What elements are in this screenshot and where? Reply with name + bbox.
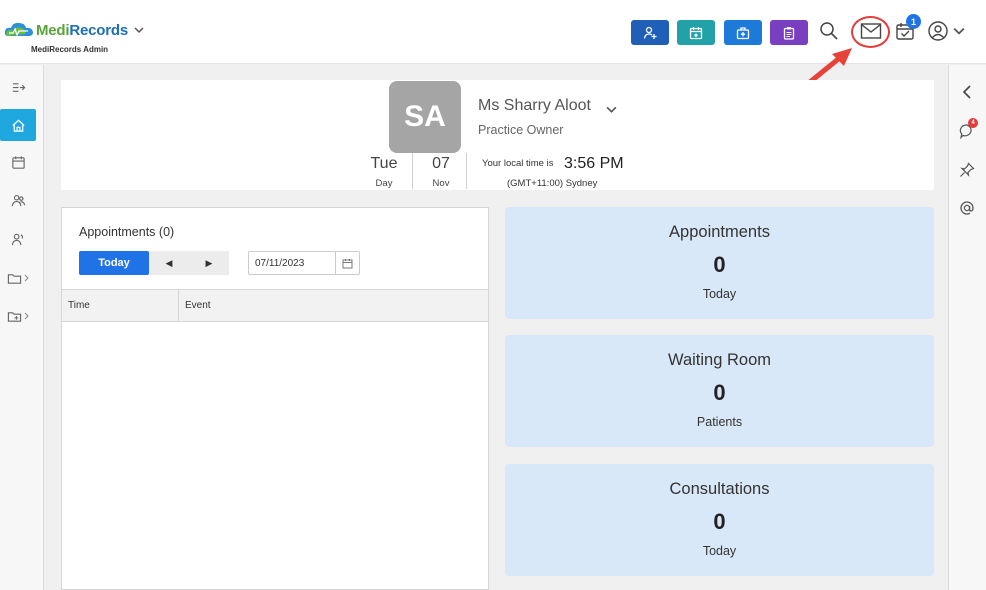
day-value: Tue bbox=[370, 155, 398, 172]
chevron-down-icon[interactable] bbox=[606, 104, 617, 115]
user-menu-button[interactable] bbox=[927, 19, 967, 43]
date-value: 07 bbox=[432, 155, 450, 172]
stat-value: 0 bbox=[713, 252, 726, 277]
users-icon bbox=[11, 233, 23, 245]
tasks-badge: 1 bbox=[906, 14, 921, 29]
date-block: 07 Nov bbox=[421, 155, 461, 189]
stat-subtitle: Patients bbox=[696, 415, 743, 429]
stat-subtitle: Today bbox=[702, 287, 737, 301]
date-picker-button[interactable] bbox=[335, 252, 359, 274]
divider bbox=[412, 153, 413, 189]
mentions-button[interactable] bbox=[957, 198, 977, 218]
column-header-time[interactable]: Time bbox=[68, 300, 90, 311]
collapse-panel-button[interactable] bbox=[957, 82, 977, 102]
new-consultation-button[interactable] bbox=[724, 20, 762, 45]
patients-icon bbox=[11, 194, 25, 206]
brand[interactable]: MediRecords bbox=[4, 20, 144, 40]
at-icon bbox=[960, 201, 974, 215]
profile-name[interactable]: Ms Sharry Aloot bbox=[478, 97, 591, 115]
sidebar-expand-button[interactable] bbox=[0, 71, 36, 103]
chevron-down-icon bbox=[134, 27, 144, 34]
sidebar-item-home[interactable] bbox=[0, 109, 36, 141]
appointments-table-header: Time Event bbox=[62, 289, 488, 322]
date-field-value: 07/11/2023 bbox=[255, 257, 305, 269]
add-patient-icon bbox=[643, 26, 657, 39]
folder-icon bbox=[7, 273, 21, 284]
stat-title: Waiting Room bbox=[667, 351, 771, 369]
chevron-down-icon bbox=[953, 27, 965, 35]
stat-subtitle: Today bbox=[702, 544, 737, 558]
chevron-left-icon bbox=[962, 85, 971, 99]
consultations-stat-card[interactable]: Consultations 0 Today bbox=[505, 464, 934, 576]
pin-button[interactable] bbox=[957, 160, 977, 180]
local-time-value: 3:56 PM bbox=[564, 155, 624, 172]
sidebar-item-calendar[interactable] bbox=[0, 146, 36, 178]
timezone-label: (GMT+11:00) Sydney bbox=[507, 178, 598, 189]
folder-share-icon bbox=[7, 311, 21, 322]
expand-icon bbox=[12, 82, 25, 92]
new-appointment-button[interactable] bbox=[677, 20, 715, 45]
calendar-icon bbox=[342, 258, 353, 268]
search-icon bbox=[820, 22, 838, 40]
calendar-icon bbox=[11, 155, 25, 169]
column-divider bbox=[178, 290, 179, 322]
new-task-button[interactable] bbox=[770, 20, 808, 45]
previous-day-button[interactable]: ◀ bbox=[149, 251, 189, 275]
medical-bag-icon bbox=[736, 26, 750, 39]
stat-title: Appointments bbox=[669, 223, 770, 241]
calendar-icon bbox=[689, 26, 703, 39]
stat-title: Consultations bbox=[669, 480, 770, 498]
next-day-button[interactable]: ▶ bbox=[189, 251, 229, 275]
user-circle-icon bbox=[928, 21, 948, 41]
pin-icon bbox=[960, 162, 975, 177]
medirecords-logo-icon bbox=[4, 22, 34, 37]
clipboard-icon bbox=[783, 26, 795, 40]
sidebar-item-shared-documents[interactable] bbox=[0, 300, 36, 332]
appointments-stat-card[interactable]: Appointments 0 Today bbox=[505, 207, 934, 319]
today-button[interactable]: Today bbox=[79, 251, 149, 275]
appointments-panel: Appointments (0) Today ◀ ▶ 07/11/2023 Ti… bbox=[61, 207, 489, 590]
brand-name-part1: Medi bbox=[36, 21, 70, 39]
chat-badge: 4 bbox=[968, 118, 978, 128]
right-sidebar bbox=[948, 65, 986, 590]
profile-role: Practice Owner bbox=[478, 123, 564, 137]
sidebar-item-users[interactable] bbox=[0, 223, 36, 255]
divider bbox=[466, 153, 467, 189]
brand-name: MediRecords bbox=[36, 22, 128, 39]
local-time-label: Your local time is bbox=[482, 158, 554, 169]
month-label: Nov bbox=[432, 178, 450, 189]
chevron-right-icon bbox=[24, 312, 29, 320]
avatar[interactable]: SA bbox=[389, 81, 461, 153]
search-button[interactable] bbox=[817, 19, 841, 43]
appointments-panel-title: Appointments (0) bbox=[79, 225, 175, 239]
day-label: Day bbox=[375, 178, 393, 189]
add-patient-button[interactable] bbox=[631, 20, 669, 45]
mail-highlight-circle bbox=[851, 16, 890, 48]
day-block: Tue Day bbox=[364, 155, 404, 189]
date-field[interactable]: 07/11/2023 bbox=[248, 251, 360, 275]
home-icon bbox=[11, 119, 25, 132]
chevron-right-icon bbox=[24, 274, 29, 282]
sidebar-item-patients[interactable] bbox=[0, 184, 36, 216]
brand-subtitle: MediRecords Admin bbox=[31, 45, 109, 54]
brand-name-part2: Records bbox=[69, 21, 128, 39]
sidebar-item-documents[interactable] bbox=[0, 262, 36, 294]
stat-value: 0 bbox=[713, 509, 726, 534]
left-sidebar bbox=[0, 65, 44, 590]
column-header-event[interactable]: Event bbox=[185, 300, 211, 311]
waiting-room-stat-card[interactable]: Waiting Room 0 Patients bbox=[505, 335, 934, 447]
stat-value: 0 bbox=[713, 380, 726, 405]
